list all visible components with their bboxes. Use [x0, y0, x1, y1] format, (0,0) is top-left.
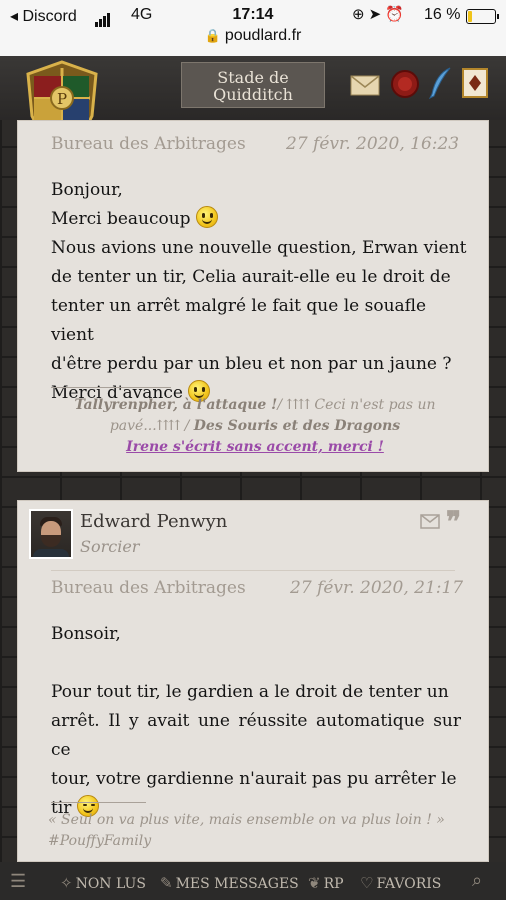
smile-icon — [195, 206, 218, 228]
quote-icon[interactable]: ❞ — [446, 505, 461, 538]
url-text: poudlard.fr — [224, 27, 302, 44]
battery-percent: 16 % — [424, 6, 461, 23]
nav-favorites-label: FAVORIS — [376, 876, 442, 892]
lock-icon: 🔒 — [204, 28, 221, 43]
post-date: 27 févr. 2020, 16:23 — [286, 134, 460, 154]
signature-tag: #PouffyFamily — [48, 833, 152, 849]
quill-icon[interactable] — [426, 66, 454, 100]
signature-text: Des Souris et des Dragons — [193, 418, 401, 434]
signature: Tallyrenpher, à l'attaque !/ ⇈⇈ Ceci n'e… — [60, 395, 450, 458]
nav-rp[interactable]: ❦ RP — [308, 874, 344, 892]
nav-messages-label: MES MESSAGES — [175, 876, 299, 892]
signature-text: / ⇈⇈ Ceci n'est pas un — [277, 397, 436, 413]
post-author-role: Sorcier — [80, 537, 140, 556]
url-bar[interactable]: 🔒 poudlard.fr — [0, 27, 506, 45]
signature-text: Tallyrenpher, à l'attaque ! — [74, 397, 278, 413]
post-author[interactable]: Edward Penwyn — [80, 511, 227, 532]
nav-favorites[interactable]: ♡ FAVORIS — [360, 874, 441, 892]
post-line: Nous avions une nouvelle question, Erwan… — [51, 238, 467, 258]
post-line: d'être perdu par un bleu et non par un j… — [51, 354, 452, 374]
bottom-nav: ☰ ✧ NON LUS ✎ MES MESSAGES ❦ RP ♡ FAVORIS ⌕ — [0, 862, 506, 900]
leaf-icon: ❦ — [308, 874, 321, 892]
post-line: de tenter un tir, Celia aurait-elle eu l… — [51, 267, 451, 287]
post-forum-link[interactable]: Bureau des Arbitrages — [51, 134, 251, 154]
nav-rp-label: RP — [323, 876, 344, 892]
seal-icon[interactable] — [390, 69, 420, 99]
battery-icon — [466, 9, 499, 24]
post-forum-link[interactable]: Bureau des Arbitrages — [51, 578, 251, 598]
post-line: arrêt. Il y avait une réussite automatiq… — [51, 711, 461, 760]
avatar[interactable] — [29, 509, 73, 559]
signature: « Seul on va plus vite, mais ensemble on… — [48, 810, 458, 852]
search-icon[interactable]: ⌕ — [472, 870, 482, 891]
post-line: tenter un arrêt malgré le fait que le so… — [51, 296, 427, 345]
post-header-separator — [51, 570, 455, 571]
sparkle-icon: ✧ — [60, 874, 73, 892]
mail-icon[interactable] — [349, 72, 381, 98]
signature-quote: « Seul on va plus vite, mais ensemble on… — [48, 812, 445, 828]
signature-link[interactable]: Irene s'écrit sans accent, merci ! — [126, 439, 384, 455]
post-line: Bonsoir, — [51, 624, 121, 644]
post-line: Pour tout tir, le gardien a le droit de … — [51, 682, 449, 702]
status-icons: ⊕➤⏰ — [352, 6, 408, 23]
card-icon[interactable] — [460, 67, 490, 99]
svg-text:P: P — [57, 90, 67, 108]
mail-icon[interactable] — [420, 514, 440, 529]
post-line-blank — [51, 649, 461, 678]
post-line: tour, votre gardienne n'aurait pas pu ar… — [51, 769, 457, 789]
location-label: Stade de Quidditch — [213, 68, 293, 104]
post-line: Merci beaucoup — [51, 205, 471, 234]
signature-separator — [51, 387, 171, 388]
post-body: Bonjour, Merci beaucoup Nous avions une … — [51, 176, 471, 408]
menu-icon[interactable]: ☰ — [10, 871, 26, 892]
signature-text: pavé...⇈⇈ / — [109, 418, 190, 434]
heart-icon: ♡ — [360, 874, 374, 892]
post-date: 27 févr. 2020, 21:17 — [290, 578, 464, 598]
post-line: Bonjour, — [51, 180, 123, 200]
nav-unread[interactable]: ✧ NON LUS — [60, 874, 146, 892]
nav-unread-label: NON LUS — [75, 876, 146, 892]
signature-separator — [51, 802, 146, 803]
nav-messages[interactable]: ✎ MES MESSAGES — [160, 874, 299, 892]
post-body: Bonsoir, Pour tout tir, le gardien a le … — [51, 620, 461, 823]
status-bar: ◂ Discord 4G 17:14 ⊕➤⏰ 16 % 🔒 poudlard.fr — [0, 0, 506, 56]
pen-icon: ✎ — [160, 874, 173, 892]
location-button[interactable]: Stade de Quidditch — [181, 62, 325, 108]
